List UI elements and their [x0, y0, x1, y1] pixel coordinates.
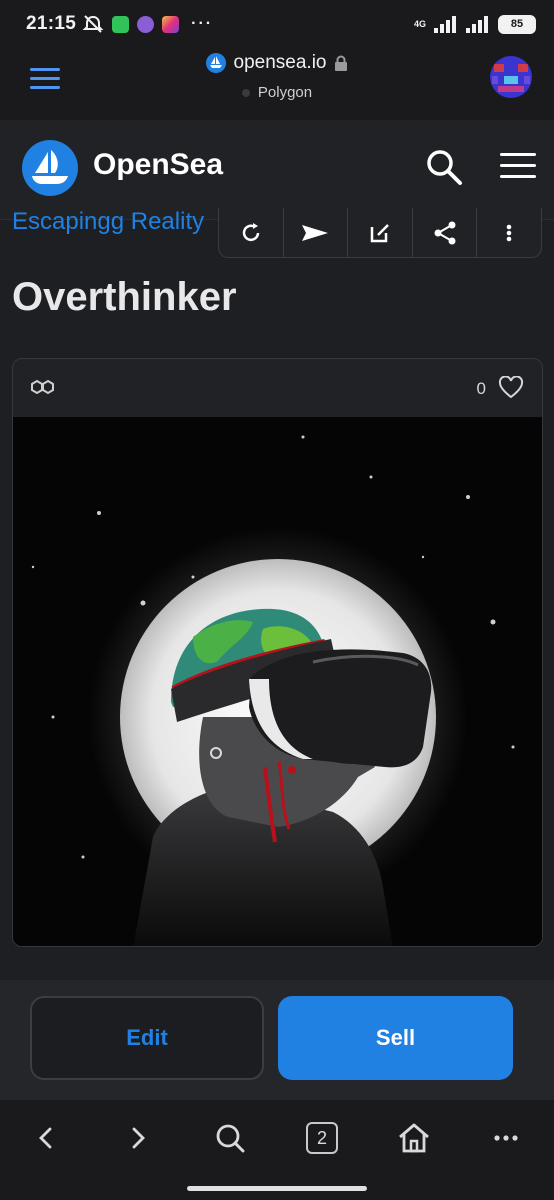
asset-actions: [218, 208, 542, 258]
browser-nav-bar: 2: [0, 1100, 554, 1200]
share-icon: [434, 221, 456, 244]
home-button[interactable]: [394, 1118, 434, 1158]
browser-toolbar: opensea.io Polygon: [0, 48, 554, 120]
share-button[interactable]: [413, 208, 478, 257]
more-vertical-icon: [506, 224, 512, 241]
avatar[interactable]: [490, 56, 532, 98]
more-horizontal-icon: [494, 1135, 518, 1141]
network-type: 4G: [413, 19, 426, 29]
lock-icon: [335, 55, 348, 71]
favorites-count: 0: [476, 379, 486, 398]
edit-button[interactable]: Edit: [30, 996, 264, 1080]
chevron-left-icon: [39, 1127, 52, 1149]
battery-level: 85: [510, 18, 524, 30]
more-options-button[interactable]: [477, 208, 541, 257]
chevron-right-icon: [132, 1127, 145, 1149]
back-button[interactable]: [26, 1118, 66, 1158]
opensea-logo[interactable]: [22, 140, 78, 196]
url-domain: opensea.io: [233, 52, 327, 73]
app-notification-icon: [137, 15, 155, 33]
asset-title: Overthinker: [12, 275, 237, 319]
instagram-icon: [162, 15, 180, 33]
edit-icon: [370, 223, 389, 242]
network-label: Polygon: [257, 84, 313, 101]
forward-button[interactable]: [118, 1118, 158, 1158]
edit-asset-button[interactable]: [348, 208, 413, 257]
heart-icon[interactable]: [498, 376, 524, 400]
signal-icon-2: [466, 16, 488, 33]
asset-card: 0: [12, 358, 543, 947]
network-dot-icon: [241, 88, 250, 97]
refresh-button[interactable]: [219, 208, 284, 257]
nft-artwork: [13, 417, 542, 946]
transfer-button[interactable]: [284, 208, 349, 257]
nav-search-button[interactable]: [210, 1118, 250, 1158]
status-time: 21:15: [26, 13, 77, 34]
ship-icon: [32, 150, 68, 184]
whatsapp-icon: [112, 15, 130, 33]
asset-image[interactable]: [13, 417, 542, 946]
site-favicon-icon: [205, 53, 226, 73]
send-icon: [302, 224, 329, 241]
sell-button[interactable]: Sell: [278, 996, 513, 1080]
refresh-icon: [242, 222, 260, 241]
home-icon: [399, 1123, 429, 1153]
signal-icon: [434, 16, 456, 33]
collection-link[interactable]: Escapingg Reality: [12, 208, 204, 236]
tab-count: 2: [306, 1122, 338, 1154]
polygon-chain-icon: [31, 379, 54, 395]
browser-more-button[interactable]: [486, 1118, 526, 1158]
search-button[interactable]: [425, 148, 463, 191]
brand-name[interactable]: OpenSea: [93, 148, 223, 182]
bell-off-icon: [82, 15, 104, 33]
tabs-button[interactable]: 2: [302, 1118, 342, 1158]
more-notifications-icon: ···: [191, 15, 214, 32]
gesture-bar: [187, 1186, 367, 1191]
action-bar: Edit Sell: [0, 980, 554, 1100]
site-header: OpenSea: [0, 120, 554, 220]
status-bar: 21:15 ··· 4G 85: [0, 0, 554, 48]
search-icon: [427, 150, 462, 185]
url-bar[interactable]: opensea.io Polygon: [0, 52, 554, 102]
search-icon: [216, 1124, 245, 1153]
battery-icon: 85: [498, 14, 536, 34]
site-menu-button[interactable]: [500, 153, 536, 186]
